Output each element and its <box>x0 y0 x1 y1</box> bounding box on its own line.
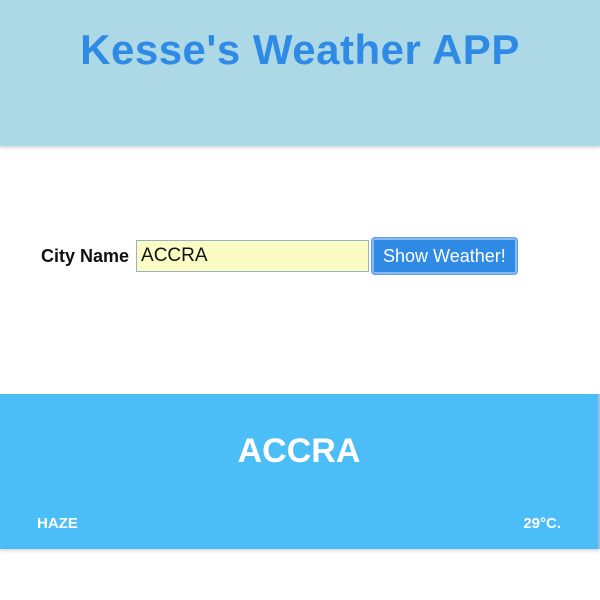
city-name-input[interactable] <box>136 240 370 272</box>
city-search-form: City Name Show Weather! <box>41 238 517 274</box>
weather-city-name: ACCRA <box>237 432 361 470</box>
app-header: Kesse's Weather APP <box>0 0 600 146</box>
weather-condition: HAZE <box>37 515 78 532</box>
city-name-label: City Name <box>41 245 130 266</box>
show-weather-button[interactable]: Show Weather! <box>372 238 517 274</box>
weather-result-card: ACCRA HAZE 29°C. <box>0 394 600 549</box>
app-title: Kesse's Weather APP <box>80 26 520 73</box>
weather-temperature: 29°C. <box>523 515 561 532</box>
